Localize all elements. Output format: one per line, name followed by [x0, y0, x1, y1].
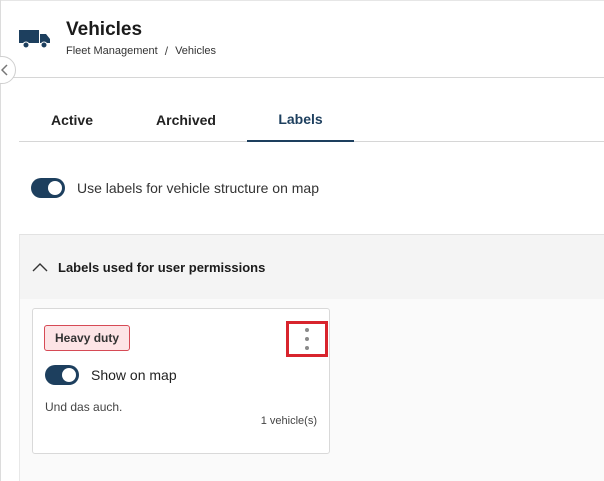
page-header: Vehicles Fleet Management / Vehicles — [0, 0, 604, 78]
show-on-map-row: Show on map — [45, 365, 177, 385]
breadcrumb: Fleet Management / Vehicles — [66, 44, 216, 58]
map-structure-toggle[interactable] — [31, 178, 65, 198]
chevron-up-icon — [32, 263, 48, 272]
chevron-left-icon — [1, 64, 8, 76]
breadcrumb-separator: / — [164, 44, 169, 58]
truck-icon — [19, 30, 50, 48]
tab-bar: Active Archived Labels — [19, 97, 604, 142]
map-structure-toggle-row: Use labels for vehicle structure on map — [31, 178, 319, 198]
toggle-knob — [48, 181, 62, 195]
label-menu-button[interactable] — [286, 321, 328, 357]
kebab-dot — [305, 346, 309, 350]
label-card: Heavy duty Show on map Und das auch. 1 v… — [32, 308, 330, 454]
tab-labels[interactable]: Labels — [247, 97, 354, 142]
section-header[interactable]: Labels used for user permissions — [20, 235, 604, 299]
page-title: Vehicles — [66, 19, 143, 40]
tab-active[interactable]: Active — [19, 97, 125, 142]
label-description: Und das auch. — [45, 400, 123, 414]
show-on-map-label: Show on map — [91, 367, 177, 383]
breadcrumb-fleet-management[interactable]: Fleet Management — [66, 45, 158, 57]
kebab-menu-icon — [305, 328, 309, 332]
toggle-knob — [62, 368, 76, 382]
tab-archived[interactable]: Archived — [125, 97, 247, 142]
breadcrumb-vehicles: Vehicles — [175, 45, 217, 57]
map-structure-toggle-label: Use labels for vehicle structure on map — [77, 180, 319, 196]
show-on-map-toggle[interactable] — [45, 365, 79, 385]
label-chip: Heavy duty — [44, 325, 131, 351]
permissions-labels-section: Labels used for user permissions Heavy d… — [19, 234, 604, 481]
section-title: Labels used for user permissions — [58, 259, 266, 275]
kebab-dot — [305, 337, 309, 341]
vehicle-count: 1 vehicle(s) — [260, 415, 317, 427]
